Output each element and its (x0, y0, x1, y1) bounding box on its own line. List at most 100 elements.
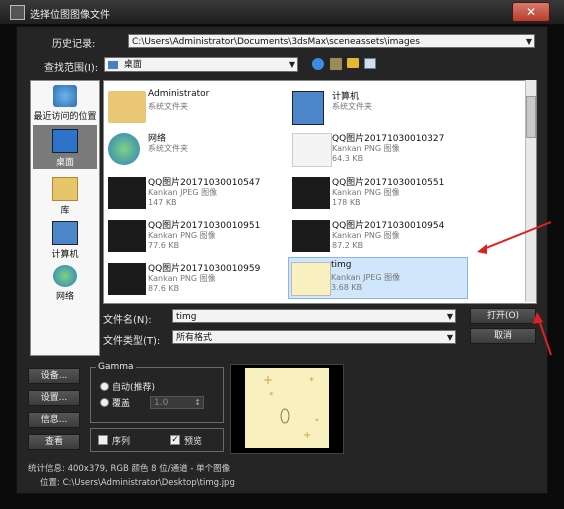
filetype-label: 文件类型(T): (103, 336, 161, 347)
file-type: Kankan PNG 图像 (332, 231, 400, 240)
preview-art: + * * + * (263, 373, 319, 441)
auto-radio[interactable] (100, 382, 109, 391)
file-type: Kankan JPEG 图像 (148, 188, 218, 197)
chevron-down-icon: ▼ (446, 333, 453, 342)
list-item[interactable]: QQ图片20171030010951 Kankan PNG 图像 77.6 KB (106, 216, 286, 256)
image-preview: + * * + * (230, 364, 344, 454)
svg-text:+: + (263, 373, 273, 387)
annotation-arrow-2 (538, 319, 552, 356)
sidebar-item-label: 网络 (55, 292, 74, 302)
file-type: Kankan PNG 图像 (332, 144, 400, 153)
close-button[interactable]: ✕ (512, 2, 550, 22)
sidebar-item-computer[interactable]: 计算机 (33, 221, 97, 260)
places-sidebar: 最近访问的位置 桌面 库 计算机 网络 (30, 80, 100, 356)
gamma-value: 1.0 (154, 398, 169, 408)
annotation-arrowhead-2 (533, 312, 543, 324)
sidebar-item-library[interactable]: 库 (33, 177, 97, 216)
file-size: 64.3 KB (332, 154, 364, 163)
image-thumbnail-icon (292, 133, 332, 167)
sidebar-item-desktop[interactable]: 桌面 (33, 125, 97, 169)
gamma-title: Gamma (96, 362, 136, 372)
file-size: 3.68 KB (331, 283, 363, 292)
desktop-icon (52, 129, 78, 153)
view-button[interactable]: 查看 (28, 434, 80, 450)
gamma-override-input[interactable]: 1.0 ↕ (150, 396, 204, 409)
sidebar-item-label: 桌面 (55, 158, 74, 168)
history-label: 历史记录: (52, 39, 96, 50)
sequence-label: 序列 (112, 437, 131, 447)
preview-thumbnail: + * * + * (245, 368, 329, 448)
image-thumbnail-icon (291, 262, 331, 296)
sidebar-item-label: 库 (60, 206, 70, 216)
annotation-arrowhead-1 (477, 244, 487, 254)
list-item[interactable]: QQ图片20171030010547 Kankan JPEG 图像 147 KB (106, 173, 286, 213)
override-label: 覆盖 (112, 399, 131, 409)
scrollbar-thumb[interactable] (526, 96, 536, 138)
image-thumbnail-icon (108, 220, 146, 252)
file-size: 77.6 KB (148, 241, 180, 250)
list-item[interactable]: Administrator 系统文件夹 (106, 87, 286, 127)
sidebar-item-label: 计算机 (51, 250, 79, 260)
spinner-icon: ↕ (194, 398, 201, 407)
new-folder-icon[interactable] (347, 58, 359, 68)
file-type: Kankan PNG 图像 (148, 274, 216, 283)
app-icon (10, 5, 25, 20)
list-item[interactable]: QQ图片20171030010551 Kankan PNG 图像 178 KB (290, 173, 470, 213)
preview-label: 预览 (184, 437, 203, 447)
file-name: timg (331, 260, 352, 270)
list-item[interactable]: QQ图片20171030010327 Kankan PNG 图像 64.3 KB (290, 129, 470, 169)
svg-text:*: * (309, 376, 314, 387)
file-type: Kankan PNG 图像 (148, 231, 216, 240)
filename-label: 文件名(N): (103, 315, 152, 326)
list-item[interactable]: QQ图片20171030010954 Kankan PNG 图像 87.2 KB (290, 216, 470, 256)
lookin-value: 桌面 (123, 60, 142, 70)
history-dropdown[interactable]: C:\Users\Administrator\Documents\3dsMax\… (128, 34, 535, 48)
options-group (90, 428, 224, 452)
preview-checkbox[interactable]: ✓ (170, 435, 180, 445)
svg-text:*: * (269, 391, 274, 401)
computer-icon (52, 221, 78, 245)
list-item[interactable]: 网络 系统文件夹 (106, 129, 286, 169)
list-item-selected[interactable]: timg Kankan JPEG 图像 3.68 KB (288, 257, 468, 299)
annotation-arrow-1 (480, 221, 552, 251)
image-stats: 统计信息: 400x379, RGB 颜色 8 位/通道 - 单个图像 (28, 464, 231, 474)
chevron-down-icon: ▼ (446, 312, 453, 321)
svg-text:*: * (315, 417, 319, 426)
sequence-checkbox[interactable] (98, 435, 108, 445)
list-item[interactable]: QQ图片20171030010959 Kankan PNG 图像 87.6 KB (106, 259, 286, 299)
view-menu-icon[interactable] (364, 58, 376, 69)
desktop-small-icon (108, 60, 118, 69)
svg-text:+: + (303, 430, 311, 441)
sidebar-item-recent[interactable]: 最近访问的位置 (33, 85, 97, 122)
list-item[interactable]: 计算机 系统文件夹 (290, 87, 470, 127)
library-icon (52, 177, 78, 201)
filetype-dropdown[interactable]: 所有格式 ▼ (172, 330, 456, 344)
up-folder-icon[interactable] (330, 58, 342, 70)
sidebar-item-network[interactable]: 网络 (33, 265, 97, 302)
info-button[interactable]: 信息... (28, 412, 80, 428)
file-type: 系统文件夹 (148, 144, 188, 153)
gamma-group (90, 367, 224, 423)
auto-label: 自动(推荐) (112, 383, 156, 393)
image-thumbnail-icon (292, 177, 330, 209)
filename-input[interactable]: timg ▼ (172, 309, 456, 323)
file-size: 147 KB (148, 198, 177, 207)
file-type: Kankan JPEG 图像 (331, 273, 401, 282)
chevron-down-icon: ▼ (525, 37, 532, 46)
file-size: 87.6 KB (148, 284, 180, 293)
file-size: 87.2 KB (332, 241, 364, 250)
computer-icon (292, 91, 324, 125)
file-name: Administrator (148, 89, 210, 99)
network-icon (53, 265, 77, 287)
settings-button[interactable]: 设置... (28, 390, 80, 406)
back-icon[interactable] (312, 58, 324, 70)
setup-button[interactable]: 设备... (28, 368, 80, 384)
filetype-value: 所有格式 (176, 333, 213, 343)
lookin-dropdown[interactable]: 桌面 ▼ (104, 57, 298, 72)
recent-places-icon (53, 85, 77, 107)
image-thumbnail-icon (108, 177, 146, 209)
lookin-label: 查找范围(I): (44, 63, 99, 74)
file-list: Administrator 系统文件夹 计算机 系统文件夹 网络 系统文件夹 Q… (103, 80, 537, 304)
file-size: 178 KB (332, 198, 361, 207)
override-radio[interactable] (100, 398, 109, 407)
